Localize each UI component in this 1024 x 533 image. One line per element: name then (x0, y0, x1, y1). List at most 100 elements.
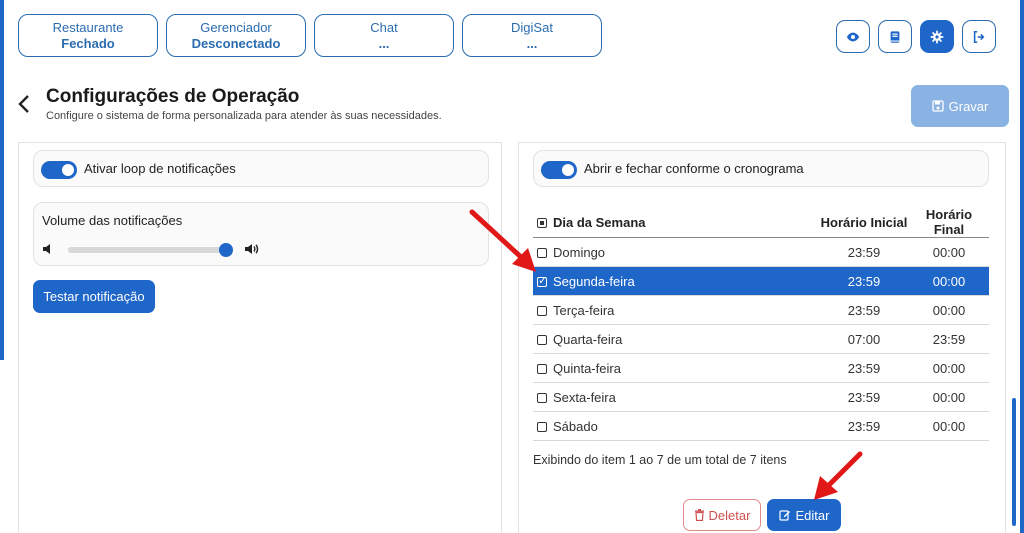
day-cell: Terça-feira (533, 295, 819, 325)
logout-button[interactable] (962, 20, 996, 53)
table-row[interactable]: Sábado 23:59 00:00 (533, 411, 989, 441)
volume-low-icon (43, 244, 50, 254)
day-name: Segunda-feira (553, 273, 635, 289)
chevron-left-icon (18, 95, 29, 113)
status-tab-value: ... (526, 35, 538, 51)
page-title: Configurações de Operação (46, 86, 300, 107)
day-name: Domingo (553, 244, 606, 260)
day-name: Sexta-feira (553, 389, 616, 405)
eye-icon (846, 32, 860, 41)
delete-button[interactable]: Deletar (683, 499, 761, 531)
notification-settings-panel: Ativar loop de notificações Volume das n… (18, 142, 502, 533)
day-cell: Sexta-feira (533, 382, 819, 412)
day-cell: Quinta-feira (533, 353, 819, 383)
start-time-cell: 23:59 (819, 237, 909, 267)
day-name: Terça-feira (553, 302, 615, 318)
end-time-cell: 00:00 (909, 353, 989, 383)
schedule-card: Abrir e fechar conforme o cronograma (533, 150, 989, 187)
loop-toggle[interactable] (41, 161, 77, 179)
window-edge-right (1020, 0, 1024, 533)
status-tab-value: Desconectado (191, 35, 281, 51)
delete-button-label: Deletar (708, 507, 751, 523)
status-tab-value: ... (378, 35, 390, 51)
table-row[interactable]: Terça-feira 23:59 00:00 (533, 295, 989, 325)
test-notification-button[interactable]: Testar notificação (33, 280, 155, 313)
scrollbar-thumb[interactable] (1012, 398, 1016, 526)
loop-label: Ativar loop de notificações (84, 161, 236, 176)
end-time-cell: 00:00 (909, 411, 989, 441)
day-cell: Segunda-feira (533, 266, 819, 296)
volume-high-icon (245, 244, 259, 254)
schedule-toggle[interactable] (541, 161, 577, 179)
table-row[interactable]: Quinta-feira 23:59 00:00 (533, 353, 989, 383)
window-edge-left (0, 0, 4, 360)
day-cell: Domingo (533, 237, 819, 267)
floppy-disk-icon (931, 100, 944, 112)
row-checkbox[interactable] (537, 274, 547, 287)
status-tab-value: Fechado (61, 35, 115, 51)
start-time-cell: 23:59 (819, 295, 909, 325)
top-icon-bar (836, 20, 996, 53)
column-header-start: Horário Inicial (819, 207, 909, 238)
start-time-cell: 23:59 (819, 411, 909, 441)
settings-button[interactable] (920, 20, 954, 53)
schedule-table: Dia da Semana Horário Inicial Horário Fi… (533, 207, 989, 441)
start-time-cell: 23:59 (819, 382, 909, 412)
start-time-cell: 07:00 (819, 324, 909, 354)
status-tab-restaurante[interactable]: Restaurante Fechado (18, 14, 158, 57)
day-name: Quinta-feira (553, 360, 621, 376)
end-time-cell: 00:00 (909, 295, 989, 325)
row-checkbox[interactable] (537, 421, 547, 432)
volume-card: Volume das notificações (33, 202, 489, 266)
status-tab-label: DigiSat (511, 19, 553, 35)
table-row[interactable]: Quarta-feira 07:00 23:59 (533, 324, 989, 354)
status-tab-label: Chat (370, 19, 398, 35)
trash-icon (694, 509, 704, 521)
volume-slider-thumb[interactable] (219, 243, 233, 257)
row-checkbox[interactable] (537, 334, 547, 345)
edit-button-label: Editar (795, 507, 830, 523)
column-header-day-label: Dia da Semana (553, 214, 646, 230)
save-button-label: Gravar (948, 98, 989, 114)
edit-icon (778, 510, 790, 521)
end-time-cell: 00:00 (909, 266, 989, 296)
day-name: Quarta-feira (553, 331, 623, 347)
annotation-arrow-edit (814, 451, 863, 500)
status-tab-label: Gerenciador (200, 19, 272, 35)
end-time-cell: 00:00 (909, 382, 989, 412)
status-tabs: Restaurante Fechado Gerenciador Desconec… (18, 14, 602, 57)
volume-slider-fill (68, 247, 226, 253)
day-cell: Sábado (533, 411, 819, 441)
table-row[interactable]: Segunda-feira 23:59 00:00 (533, 266, 989, 296)
annotation-arrow-row (469, 209, 536, 272)
table-row[interactable]: Sexta-feira 23:59 00:00 (533, 382, 989, 412)
status-tab-gerenciador[interactable]: Gerenciador Desconectado (166, 14, 306, 57)
day-cell: Quarta-feira (533, 324, 819, 354)
volume-label: Volume das notificações (42, 213, 183, 228)
end-time-cell: 23:59 (909, 324, 989, 354)
status-tab-label: Restaurante (52, 19, 124, 35)
status-tab-chat[interactable]: Chat ... (314, 14, 454, 57)
day-name: Sábado (553, 418, 598, 434)
column-header-end: Horário Final (909, 207, 989, 238)
manual-button[interactable] (878, 20, 912, 53)
volume-slider[interactable] (68, 243, 233, 257)
schedule-table-body: Domingo 23:59 00:00 Segunda-feira 23:59 … (533, 237, 989, 441)
gear-icon (930, 30, 944, 43)
page-subtitle: Configure o sistema de forma personaliza… (46, 110, 442, 122)
schedule-panel: Abrir e fechar conforme o cronograma Dia… (518, 142, 1006, 533)
logout-icon (973, 30, 985, 43)
table-row[interactable]: Domingo 23:59 00:00 (533, 237, 989, 267)
status-tab-digisat[interactable]: DigiSat ... (462, 14, 602, 57)
row-checkbox[interactable] (537, 305, 547, 316)
schedule-label: Abrir e fechar conforme o cronograma (584, 161, 804, 176)
view-button[interactable] (836, 20, 870, 53)
save-button[interactable]: Gravar (911, 85, 1009, 127)
back-button[interactable] (14, 90, 34, 118)
row-checkbox[interactable] (537, 363, 547, 374)
row-checkbox[interactable] (537, 392, 547, 403)
book-icon (890, 30, 900, 43)
loop-card: Ativar loop de notificações (33, 150, 489, 187)
column-header-day: Dia da Semana (533, 207, 819, 238)
table-header-row: Dia da Semana Horário Inicial Horário Fi… (533, 207, 989, 238)
